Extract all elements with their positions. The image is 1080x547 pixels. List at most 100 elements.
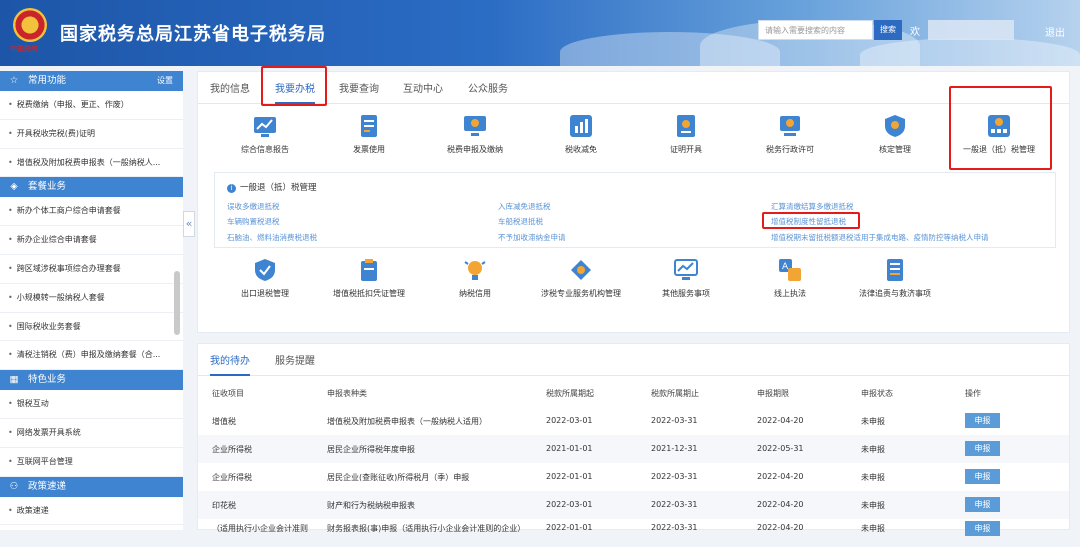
sidebar: ☆ 常用功能 设置 税费缴纳（申报、更正、作废） 开具税收完税(费)证明 增值税及… — [0, 71, 183, 530]
column-header: 申报状态 — [861, 389, 893, 398]
service-agency-management[interactable]: 涉税专业服务机构管理 — [536, 258, 626, 299]
sidebar-section-policy[interactable]: ⚇ 政策速递 — [0, 476, 183, 497]
monitor-icon — [463, 114, 487, 138]
service-tax-credit[interactable]: 纳税信用 — [430, 258, 520, 299]
column-header: 申报期限 — [757, 389, 789, 398]
link-vat-ic-refund[interactable]: 增值税期末留抵税额退税适用于集成电路、疫情防控等纳税人申请 — [771, 232, 989, 243]
cell-deadline: 2022-04-20 — [757, 500, 804, 509]
emblem-text: 中国税务 — [10, 45, 38, 53]
link-reduction-refund[interactable]: 入库减免退抵税 — [498, 201, 551, 212]
todo-tabs: 我的待办 服务提醒 — [198, 344, 1069, 376]
report-chart-icon — [253, 114, 277, 138]
cell-form-type: 财产和行为税纳税申报表 — [327, 501, 415, 510]
column-header: 征收项目 — [212, 389, 244, 398]
sidebar-item[interactable]: 政策速递 — [0, 497, 183, 526]
declare-button[interactable]: 申报 — [965, 469, 1000, 484]
cell-tax-item: （适用执行小企业会计准则 — [212, 524, 308, 533]
tab-query[interactable]: 我要查询 — [339, 80, 379, 95]
subpanel-title: i 一般退（抵）税管理 — [227, 181, 317, 193]
service-admin-license[interactable]: 税务行政许可 — [745, 114, 835, 155]
collapse-sidebar-button[interactable]: « — [183, 211, 195, 237]
service-invoice-use[interactable]: 发票使用 — [324, 114, 414, 155]
declare-button[interactable]: 申报 — [965, 521, 1000, 536]
search-input[interactable]: 请输入需要搜索的内容 — [758, 20, 873, 40]
tab-my-todo[interactable]: 我的待办 — [210, 352, 250, 376]
tab-my-info[interactable]: 我的信息 — [210, 80, 250, 95]
sidebar-item[interactable]: 跨区域涉税事项综合办理套餐 — [0, 255, 183, 284]
sidebar-section-packages[interactable]: ◈ 套餐业务 — [0, 177, 183, 198]
cell-status: 未申报 — [861, 524, 885, 533]
header-banner: 中国税务 国家税务总局江苏省电子税务局 请输入需要搜索的内容 搜索 欢 退出 — [0, 0, 1080, 66]
link-settlement-refund[interactable]: 汇算清缴结算多缴退抵税 — [771, 201, 854, 212]
service-online-enforcement[interactable]: A 线上执法 — [745, 258, 835, 299]
tax-emblem-icon — [13, 8, 47, 42]
column-header: 税款所属期止 — [651, 389, 699, 398]
table-row: 印花税 财产和行为税纳税申报表 2022-03-01 2022-03-31 20… — [198, 491, 1069, 519]
cell-period-start: 2022-01-01 — [546, 523, 593, 532]
cell-deadline: 2022-04-20 — [757, 523, 804, 532]
cell-tax-item: 增值税 — [212, 417, 236, 426]
cell-status: 未申报 — [861, 501, 885, 510]
search-button[interactable]: 搜索 — [874, 20, 902, 40]
link-vehicle-purchase-refund[interactable]: 车辆购置税退税 — [227, 216, 280, 227]
declare-button[interactable]: 申报 — [965, 441, 1000, 456]
sidebar-item[interactable]: 小规模转一般纳税人套餐 — [0, 284, 183, 313]
monitor-chart-icon — [674, 258, 698, 282]
cell-period-start: 2022-01-01 — [546, 472, 593, 481]
section-title: 特色业务 — [28, 374, 67, 386]
service-other-matters[interactable]: 其他服务事项 — [641, 258, 731, 299]
link-naphtha-refund[interactable]: 石脑油、燃料油消费税退税 — [227, 232, 317, 243]
todo-panel: 我的待办 服务提醒 征收项目 申报表种类 税款所属期起 税款所属期止 申报期限 … — [197, 343, 1070, 536]
lightbulb-icon — [463, 258, 487, 282]
tab-public-service[interactable]: 公众服务 — [468, 80, 508, 95]
tab-interaction[interactable]: 互动中心 — [403, 80, 443, 95]
link-overpaid-refund[interactable]: 误收多缴退抵税 — [227, 201, 280, 212]
service-comprehensive-report[interactable]: 综合信息报告 — [220, 114, 310, 155]
link-vessel-tax-refund[interactable]: 车船税退抵税 — [498, 216, 543, 227]
section-title: 政策速递 — [28, 480, 67, 492]
service-tax-filing-payment[interactable]: 税费申报及缴纳 — [430, 114, 520, 155]
logout-link[interactable]: 退出 — [1045, 24, 1065, 39]
sidebar-item[interactable]: 清税注销税（费）申报及缴纳套餐（合... — [0, 341, 183, 371]
sidebar-item[interactable]: 网络发票开具系统 — [0, 419, 183, 448]
sidebar-item[interactable]: 国际税收业务套餐 — [0, 313, 183, 342]
site-title: 国家税务总局江苏省电子税务局 — [60, 24, 326, 45]
cell-form-type: 财务报表报(事)申报（适用执行小企业会计准则的企业） — [327, 524, 526, 533]
username-redacted — [928, 20, 1014, 40]
table-row: 增值税 增值税及附加税费申报表（一般纳税人适用） 2022-03-01 2022… — [198, 407, 1069, 435]
grid-icon: ▦ — [9, 374, 19, 386]
settings-link[interactable]: 设置 — [157, 71, 173, 91]
service-vat-voucher[interactable]: 增值税抵扣凭证管理 — [324, 258, 414, 299]
tab-service-reminder[interactable]: 服务提醒 — [275, 352, 315, 367]
cell-status: 未申报 — [861, 445, 885, 454]
diamond-tools-icon — [569, 258, 593, 282]
column-header: 税款所属期起 — [546, 389, 594, 398]
link-late-fee-waiver[interactable]: 不予加收滞纳金申请 — [498, 232, 566, 243]
bar-chart-icon — [569, 114, 593, 138]
sidebar-item[interactable]: 新办个体工商户综合申请套餐 — [0, 197, 183, 227]
sidebar-item[interactable]: 税费缴纳（申报、更正、作废） — [0, 91, 183, 120]
sidebar-item[interactable]: 互联网平台管理 — [0, 448, 183, 477]
sidebar-item[interactable]: 开具税收完税(费)证明 — [0, 120, 183, 149]
declare-button[interactable]: 申报 — [965, 413, 1000, 428]
translate-icon: A — [778, 258, 802, 282]
sidebar-item[interactable]: 增值税及附加税费申报表（一般纳税人... — [0, 149, 183, 178]
sidebar-section-common[interactable]: ☆ 常用功能 设置 — [0, 71, 183, 91]
service-export-refund[interactable]: 出口退税管理 — [220, 258, 310, 299]
service-assessment[interactable]: 核定管理 — [850, 114, 940, 155]
service-tax-reduction[interactable]: 税收减免 — [536, 114, 626, 155]
cell-period-end: 2022-03-31 — [651, 416, 698, 425]
column-header: 操作 — [965, 389, 981, 398]
declare-button[interactable]: 申报 — [965, 497, 1000, 512]
subpanel-title-text: 一般退（抵）税管理 — [240, 183, 317, 193]
service-legal-remedy[interactable]: 法律追责与救济事项 — [850, 258, 940, 299]
refund-subpanel: i 一般退（抵）税管理 误收多缴退抵税 车辆购置税退税 石脑油、燃料油消费税退税 … — [214, 172, 1056, 248]
sidebar-scrollbar[interactable] — [174, 271, 180, 335]
sidebar-item[interactable]: 新办企业综合申请套餐 — [0, 226, 183, 255]
service-certificate[interactable]: 证明开具 — [641, 114, 731, 155]
sidebar-section-special[interactable]: ▦ 特色业务 — [0, 370, 183, 391]
table-row: 企业所得税 居民企业(查账征收)所得税月（季）申报 2022-01-01 202… — [198, 463, 1069, 491]
user-icon: ⚇ — [9, 480, 19, 492]
cell-period-start: 2021-01-01 — [546, 444, 593, 453]
sidebar-item[interactable]: 银税互动 — [0, 390, 183, 419]
